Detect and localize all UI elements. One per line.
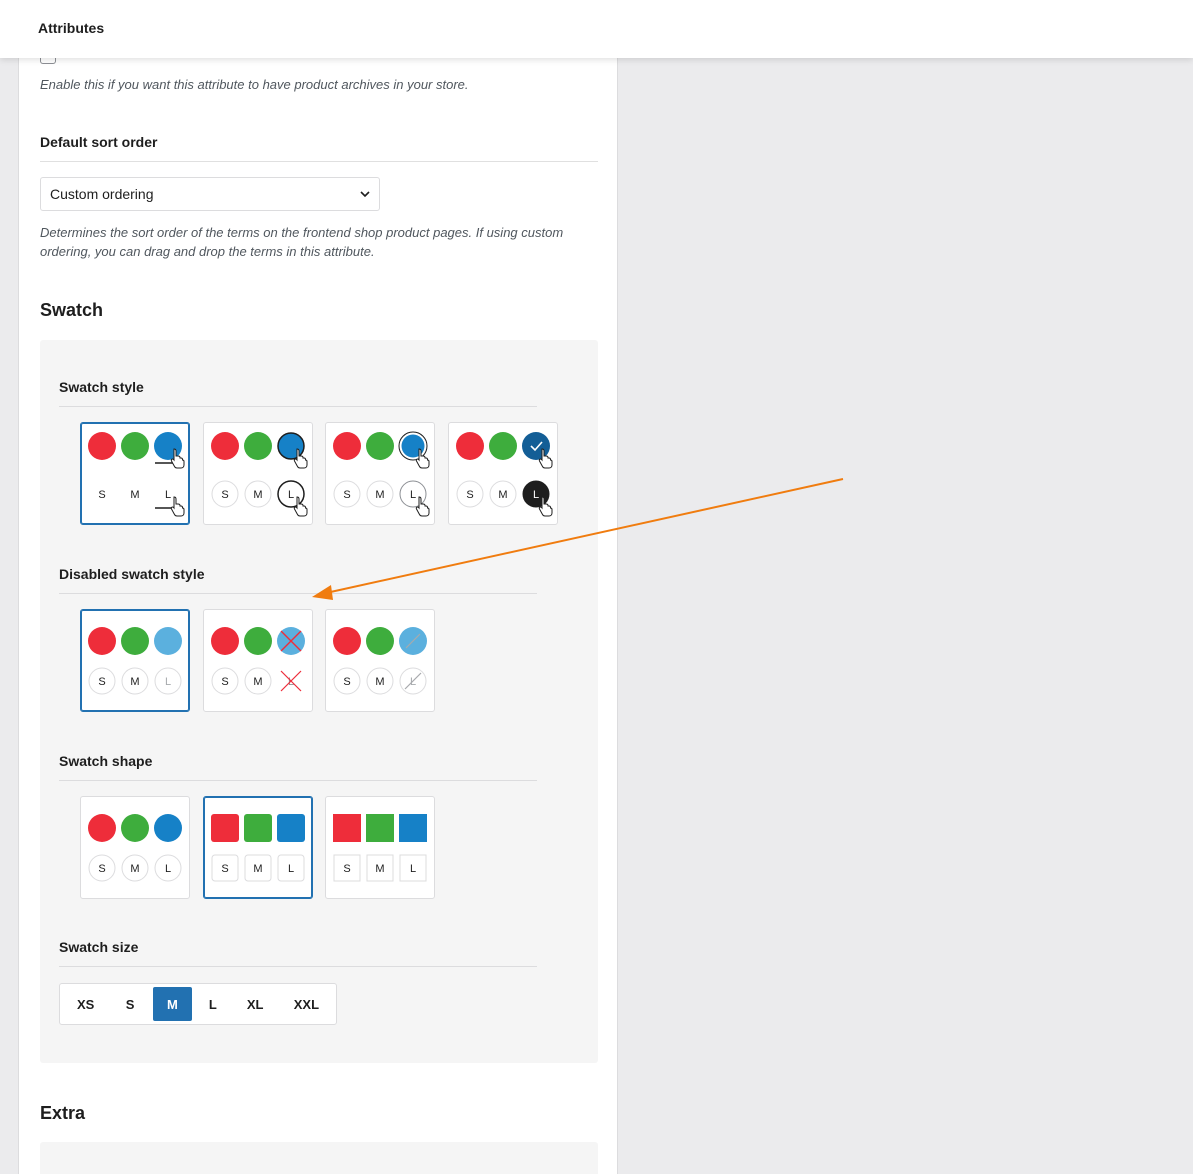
swatch-preview: SML: [211, 432, 308, 517]
svg-text:L: L: [165, 489, 171, 501]
swatch-preview: SML: [333, 814, 427, 882]
svg-text:L: L: [410, 863, 416, 875]
svg-text:M: M: [498, 489, 507, 501]
swatch-size-selector: XS S M L XL XXL: [59, 983, 337, 1025]
svg-text:S: S: [343, 676, 350, 688]
swatch-preview: SML: [211, 627, 305, 695]
swatch-size-option-l[interactable]: L: [192, 987, 233, 1021]
svg-text:M: M: [253, 863, 262, 875]
swatch-style-option-4[interactable]: SML: [448, 422, 558, 525]
swatch-size-option-xl[interactable]: XL: [234, 987, 277, 1021]
divider: [59, 780, 537, 781]
svg-text:S: S: [466, 489, 473, 501]
swatch-heading: Swatch: [40, 300, 104, 320]
sort-order-select[interactable]: Custom ordering: [40, 177, 380, 211]
divider: [59, 593, 537, 594]
svg-text:S: S: [221, 863, 228, 875]
svg-text:S: S: [343, 489, 350, 501]
svg-text:S: S: [98, 489, 105, 501]
disabled-swatch-style-option-1[interactable]: SML: [80, 609, 190, 712]
extra-settings-box: [40, 1142, 598, 1174]
swatch-style-label: Swatch style: [59, 379, 144, 395]
svg-text:S: S: [343, 863, 350, 875]
svg-text:L: L: [165, 676, 171, 688]
divider: [40, 161, 598, 162]
pointer-hand-icon: [170, 496, 185, 517]
svg-text:M: M: [130, 489, 139, 501]
swatch-shape-option-circle[interactable]: SML: [80, 796, 190, 899]
swatch-shape-option-square[interactable]: SML: [325, 796, 435, 899]
svg-text:L: L: [410, 676, 416, 688]
attribute-settings-panel: Enable this if you want this attribute t…: [18, 52, 618, 1174]
swatch-shape-option-rounded[interactable]: SML: [203, 796, 313, 899]
swatch-size-option-m[interactable]: M: [152, 987, 193, 1021]
divider: [59, 966, 537, 967]
swatch-style-option-1[interactable]: SML: [80, 422, 190, 525]
svg-text:L: L: [533, 489, 539, 501]
swatch-preview: SML: [333, 627, 427, 695]
disabled-swatch-style-label: Disabled swatch style: [59, 566, 205, 582]
svg-text:M: M: [375, 676, 384, 688]
swatch-preview: SML: [211, 814, 305, 882]
svg-text:L: L: [288, 676, 294, 688]
swatch-size-option-xxl[interactable]: XXL: [277, 987, 336, 1021]
svg-text:S: S: [98, 676, 105, 688]
svg-text:M: M: [253, 489, 262, 501]
sort-order-description-2: ordering, you can drag and drop the term…: [40, 244, 375, 259]
svg-text:L: L: [288, 489, 294, 501]
sort-order-label: Default sort order: [40, 134, 158, 150]
svg-text:S: S: [221, 489, 228, 501]
swatch-preview: SML: [456, 432, 553, 517]
swatch-style-option-2[interactable]: SML: [203, 422, 313, 525]
swatch-size-option-xs[interactable]: XS: [64, 987, 107, 1021]
swatch-preview: SML: [88, 814, 182, 882]
divider: [59, 406, 537, 407]
swatch-size-label: Swatch size: [59, 939, 139, 955]
svg-text:M: M: [130, 676, 139, 688]
swatch-preview: SML: [333, 431, 430, 517]
page-title: Attributes: [38, 20, 105, 36]
swatch-preview: SML: [88, 432, 185, 517]
svg-text:M: M: [375, 863, 384, 875]
svg-text:M: M: [375, 489, 384, 501]
svg-text:S: S: [221, 676, 228, 688]
swatch-size-option-s[interactable]: S: [107, 987, 152, 1021]
swatch-preview: SML: [88, 627, 182, 695]
svg-text:L: L: [410, 489, 416, 501]
swatch-shape-label: Swatch shape: [59, 753, 153, 769]
chevron-down-icon: [360, 191, 370, 198]
sort-order-value: Custom ordering: [50, 186, 154, 202]
extra-heading: Extra: [40, 1103, 86, 1123]
archives-description: Enable this if you want this attribute t…: [40, 77, 469, 92]
svg-text:M: M: [253, 676, 262, 688]
svg-text:M: M: [130, 863, 139, 875]
svg-text:L: L: [165, 863, 171, 875]
swatch-style-option-3[interactable]: SML: [325, 422, 435, 525]
disabled-swatch-style-option-2[interactable]: SML: [203, 609, 313, 712]
svg-text:S: S: [98, 863, 105, 875]
disabled-swatch-style-option-3[interactable]: SML: [325, 609, 435, 712]
sort-order-description-1: Determines the sort order of the terms o…: [40, 225, 564, 240]
svg-text:L: L: [288, 863, 294, 875]
top-bar: Attributes: [0, 0, 1193, 58]
